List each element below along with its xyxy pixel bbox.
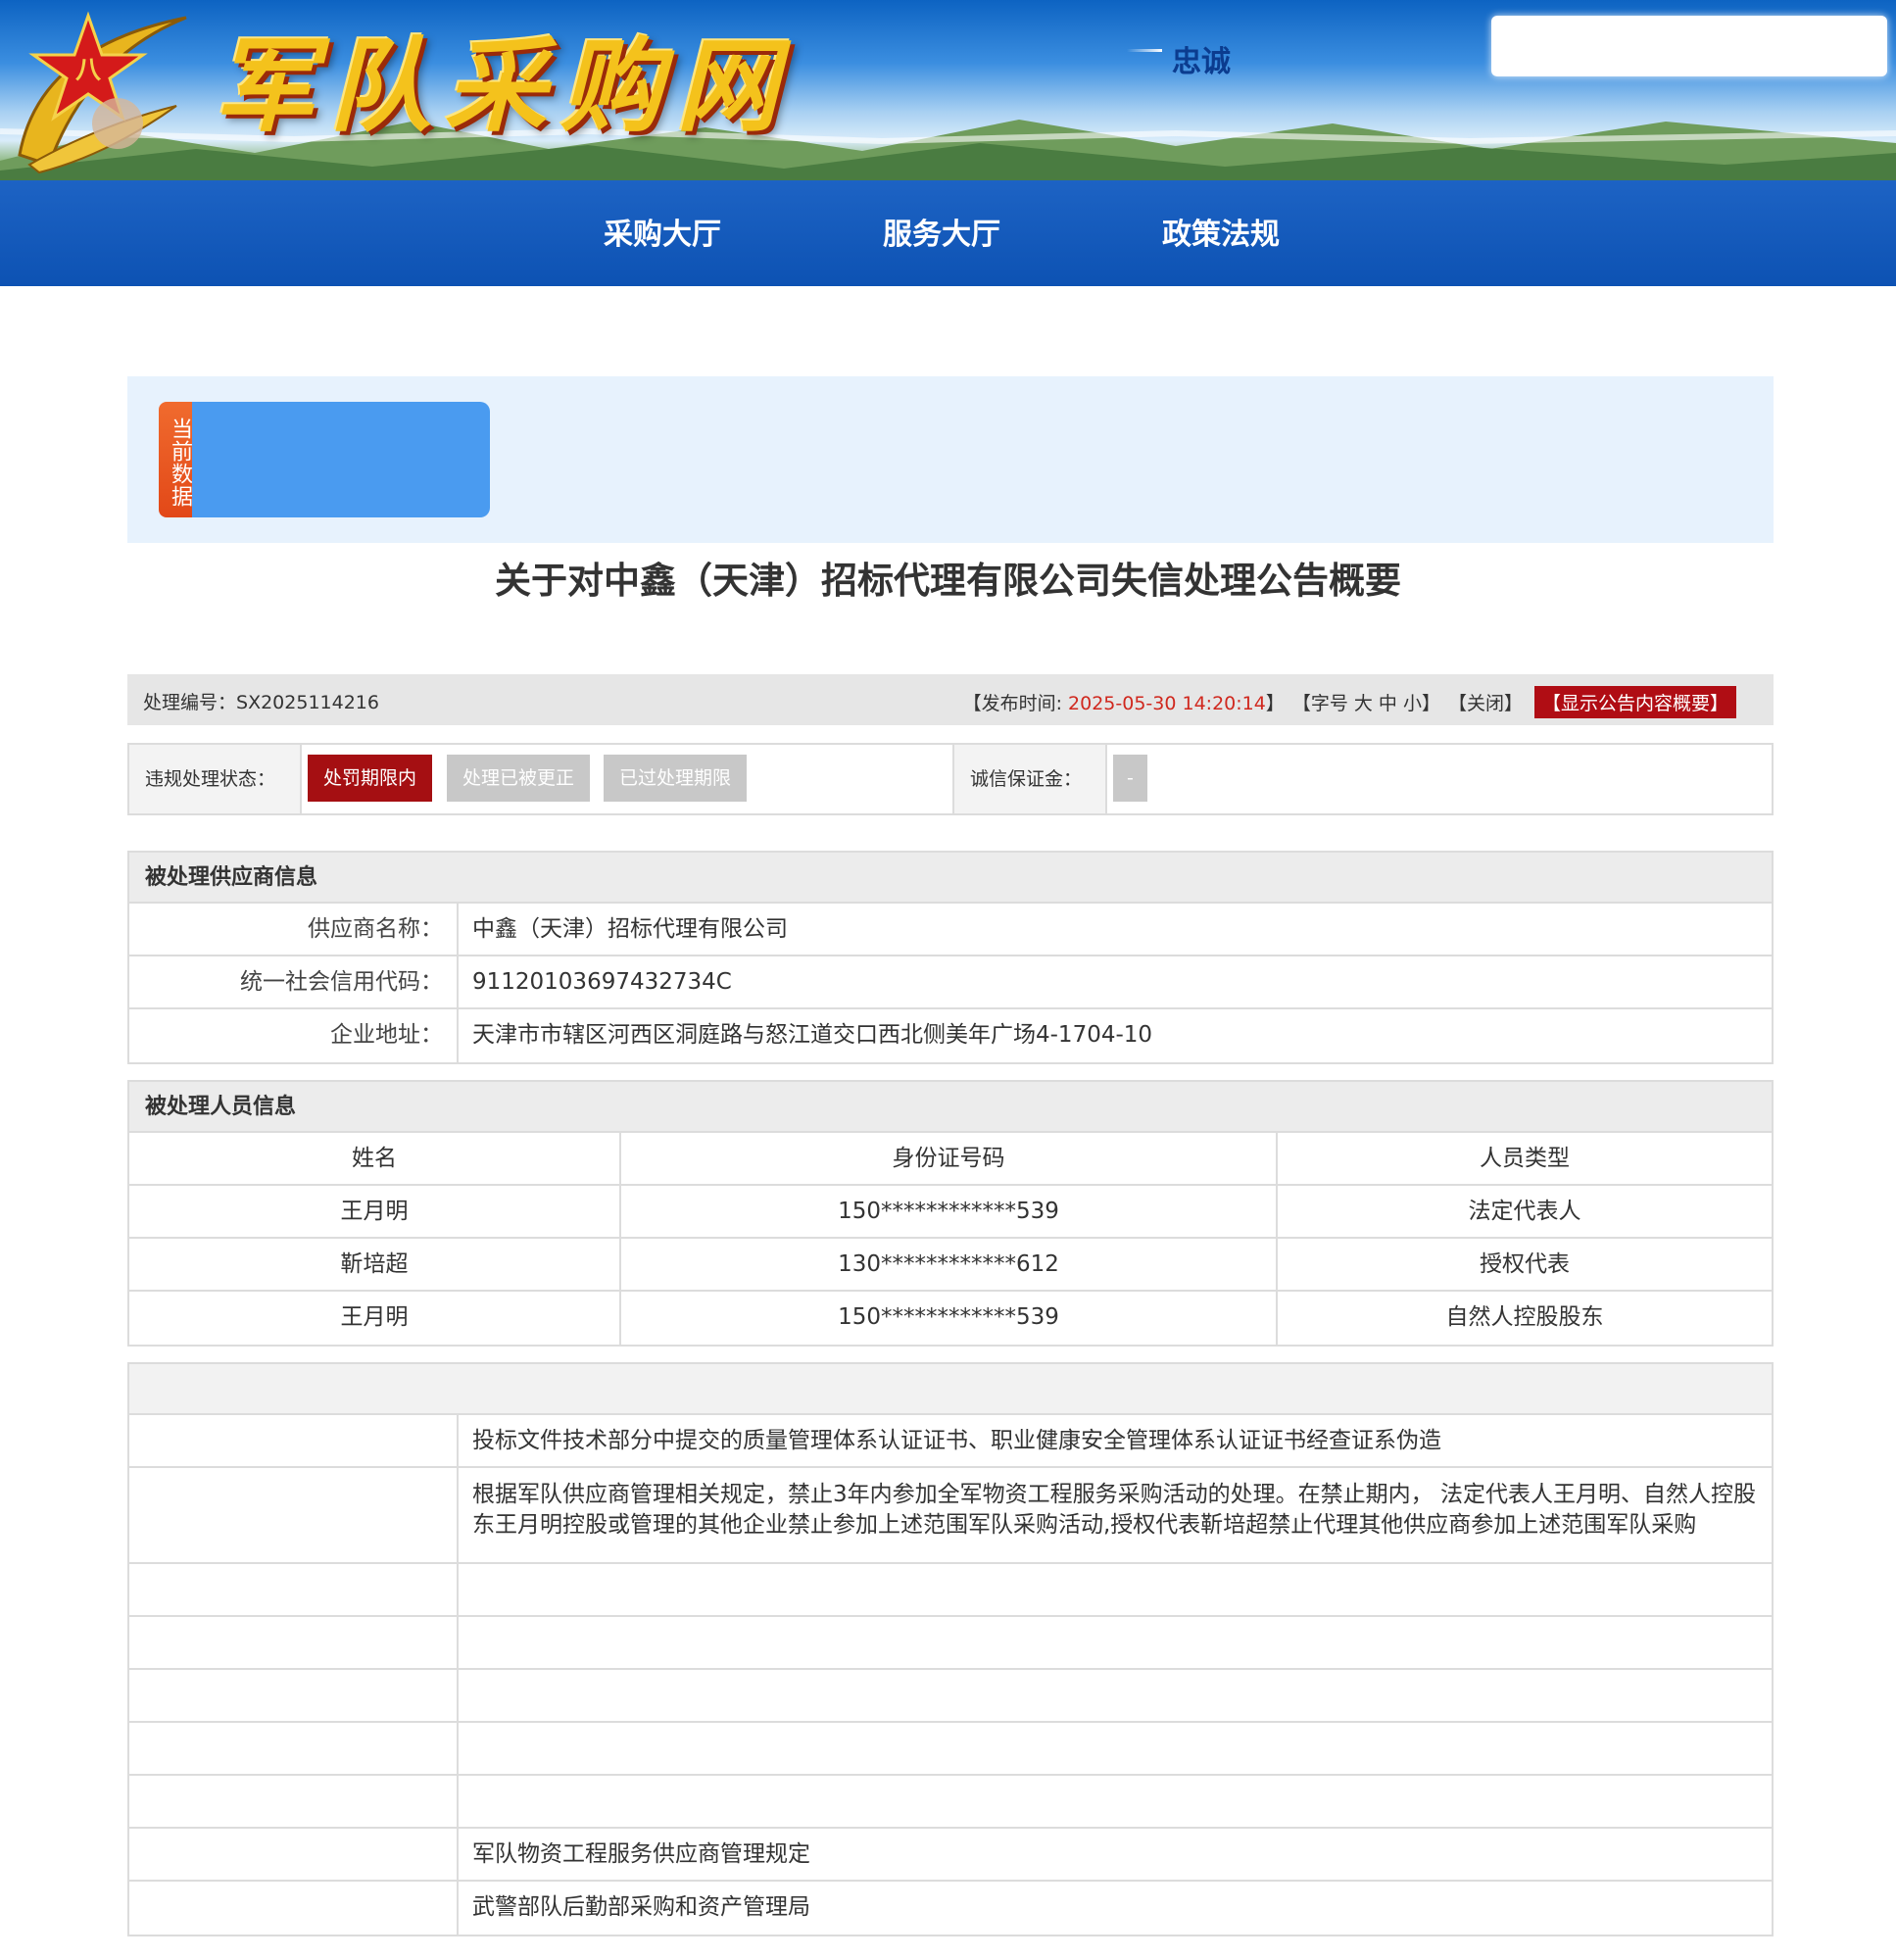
person-id: 150************539 bbox=[621, 1292, 1278, 1345]
credit-code-value: 91120103697432734C bbox=[472, 969, 732, 995]
authority-value: 武警部队后勤部采购和资产管理局 bbox=[472, 1894, 810, 1920]
table-row: 投标文件技术部分中提交的质量管理体系认证证书、职业健康安全管理体系认证证书经查证… bbox=[129, 1415, 1772, 1468]
nav-item-service-hall[interactable]: 服务大厅 bbox=[883, 210, 1000, 253]
show-summary-button[interactable]: 【显示公告内容概要】 bbox=[1533, 686, 1736, 718]
person-name: 王月明 bbox=[129, 1292, 621, 1345]
motto-text: 忠诚 bbox=[1172, 45, 1231, 79]
table-row bbox=[129, 1776, 1772, 1829]
table-row bbox=[129, 1617, 1772, 1670]
motto-decoration bbox=[1127, 49, 1162, 52]
publish-time-label: 【发布时间: bbox=[962, 693, 1069, 714]
person-name: 靳培超 bbox=[129, 1239, 621, 1290]
authority-label bbox=[129, 1882, 459, 1935]
detail-value bbox=[459, 1564, 1772, 1615]
table-row: 靳培超 130************612 授权代表 bbox=[129, 1239, 1772, 1292]
violation-status-row: 违规处理状态： 处罚期限内 处理已被更正 已过处理期限 诚信保证金： - bbox=[127, 743, 1774, 815]
font-size-control[interactable]: 【字号 大 中 小】 bbox=[1292, 689, 1440, 715]
header-banner: 八 军队采购网 忠诚 bbox=[0, 0, 1896, 180]
basis-label bbox=[129, 1829, 459, 1880]
violation-label bbox=[129, 1415, 459, 1466]
column-header-id: 身份证号码 bbox=[621, 1133, 1278, 1184]
person-type: 授权代表 bbox=[1480, 1251, 1570, 1277]
credit-code-label: 统一社会信用代码： bbox=[129, 956, 459, 1007]
nav-item-procurement-hall[interactable]: 采购大厅 bbox=[604, 210, 721, 253]
notice-meta-bar: 处理编号：SX2025114216 【发布时间: 2025-05-30 14:2… bbox=[127, 674, 1774, 725]
violation-value: 投标文件技术部分中提交的质量管理体系认证证书、职业健康安全管理体系认证证书经查证… bbox=[472, 1428, 1441, 1453]
basis-value: 军队物资工程服务供应商管理规定 bbox=[472, 1841, 810, 1867]
column-header-name: 姓名 bbox=[129, 1133, 621, 1184]
table-row: 王月明 150************539 自然人控股股东 bbox=[129, 1292, 1772, 1345]
publish-time: 【发布时间: 2025-05-30 14:20:14】 bbox=[963, 689, 1285, 715]
header-search-box[interactable] bbox=[1491, 16, 1887, 76]
status-active-badge[interactable]: 处罚期限内 bbox=[308, 755, 433, 802]
detail-label bbox=[129, 1723, 459, 1774]
detail-label bbox=[129, 1670, 459, 1721]
deposit-label: 诚信保证金： bbox=[952, 745, 1107, 813]
supplier-info-table: 被处理供应商信息 供应商名称： 中鑫（天津）招标代理有限公司 统一社会信用代码：… bbox=[127, 851, 1774, 1064]
detail-value bbox=[459, 1723, 1772, 1774]
supplier-name-label: 供应商名称： bbox=[129, 904, 459, 955]
publish-time-close: 】 bbox=[1265, 693, 1285, 714]
detail-label bbox=[129, 1617, 459, 1668]
table-row: 供应商名称： 中鑫（天津）招标代理有限公司 bbox=[129, 904, 1772, 956]
table-row: 根据军队供应商管理相关规定，禁止3年内参加全军物资工程服务采购活动的处理。在禁止… bbox=[129, 1468, 1772, 1564]
details-section-title bbox=[129, 1364, 1772, 1415]
main-nav: 采购大厅 服务大厅 政策法规 bbox=[0, 180, 1896, 286]
table-row bbox=[129, 1670, 1772, 1723]
table-row: 武警部队后勤部采购和资产管理局 bbox=[129, 1882, 1772, 1935]
table-row bbox=[129, 1564, 1772, 1617]
person-type: 法定代表人 bbox=[1468, 1199, 1581, 1224]
persons-info-table: 被处理人员信息 姓名 身份证号码 人员类型 王月明 150***********… bbox=[127, 1080, 1774, 1347]
penalty-value: 根据军队供应商管理相关规定，禁止3年内参加全军物资工程服务采购活动的处理。在禁止… bbox=[472, 1482, 1756, 1538]
detail-value bbox=[459, 1617, 1772, 1668]
status-expired-badge[interactable]: 已过处理期限 bbox=[604, 755, 748, 802]
person-id: 130************612 bbox=[621, 1239, 1278, 1290]
persons-section-title: 被处理人员信息 bbox=[129, 1082, 1772, 1133]
address-value: 天津市市辖区河西区洞庭路与怒江道交口西北侧美年广场4-1704-10 bbox=[472, 1022, 1153, 1048]
current-data-strip: 当前数据 bbox=[127, 376, 1774, 543]
address-label: 企业地址： bbox=[129, 1009, 459, 1062]
table-row: 统一社会信用代码： 91120103697432734C bbox=[129, 956, 1772, 1009]
penalty-details-table: 投标文件技术部分中提交的质量管理体系认证证书、职业健康安全管理体系认证证书经查证… bbox=[127, 1362, 1774, 1936]
detail-label bbox=[129, 1776, 459, 1827]
table-row: 王月明 150************539 法定代表人 bbox=[129, 1186, 1772, 1239]
site-logo-text[interactable]: 军队采购网 bbox=[214, 18, 792, 155]
detail-value bbox=[459, 1776, 1772, 1827]
person-type: 自然人控股股东 bbox=[1445, 1304, 1604, 1330]
case-number-label: 处理编号： bbox=[143, 692, 237, 713]
current-data-box[interactable] bbox=[192, 402, 490, 517]
status-corrected-badge[interactable]: 处理已被更正 bbox=[447, 755, 591, 802]
penalty-label bbox=[129, 1468, 459, 1562]
table-row bbox=[129, 1723, 1772, 1776]
page-title: 关于对中鑫（天津）招标代理有限公司失信处理公告概要 bbox=[495, 560, 1401, 602]
deposit-value: - bbox=[1113, 755, 1147, 802]
case-number: 处理编号：SX2025114216 bbox=[143, 688, 379, 714]
supplier-section-title: 被处理供应商信息 bbox=[129, 853, 1772, 904]
nav-item-policy[interactable]: 政策法规 bbox=[1162, 210, 1280, 253]
current-data-tag: 当前数据 bbox=[159, 402, 192, 517]
case-number-value: SX2025114216 bbox=[236, 692, 379, 713]
column-header-type: 人员类型 bbox=[1480, 1146, 1570, 1171]
supplier-name-value: 中鑫（天津）招标代理有限公司 bbox=[472, 916, 788, 942]
table-row: 军队物资工程服务供应商管理规定 bbox=[129, 1829, 1772, 1882]
close-link[interactable]: 【关闭】 bbox=[1448, 689, 1523, 715]
person-name: 王月明 bbox=[129, 1186, 621, 1237]
status-label: 违规处理状态： bbox=[129, 745, 302, 813]
table-row: 企业地址： 天津市市辖区河西区洞庭路与怒江道交口西北侧美年广场4-1704-10 bbox=[129, 1009, 1772, 1062]
army-star-emblem-icon: 八 bbox=[18, 11, 187, 174]
detail-label bbox=[129, 1564, 459, 1615]
detail-value bbox=[459, 1670, 1772, 1721]
person-id: 150************539 bbox=[621, 1186, 1278, 1237]
table-header-row: 姓名 身份证号码 人员类型 bbox=[129, 1133, 1772, 1186]
publish-time-value: 2025-05-30 14:20:14 bbox=[1068, 693, 1266, 714]
meta-actions: 【发布时间: 2025-05-30 14:20:14】 【字号 大 中 小】 【… bbox=[963, 686, 1736, 718]
svg-text:八: 八 bbox=[75, 56, 102, 85]
